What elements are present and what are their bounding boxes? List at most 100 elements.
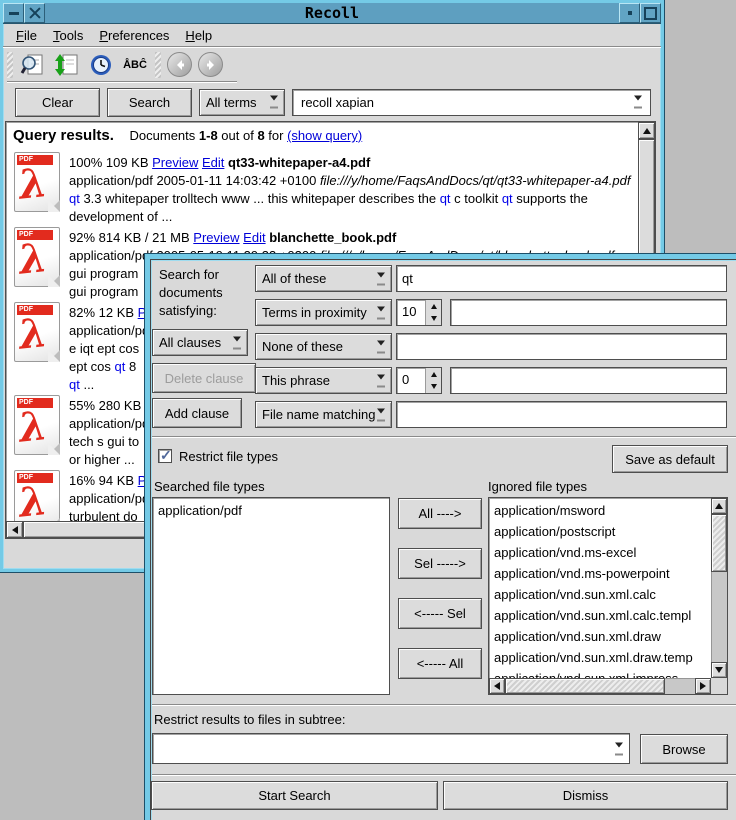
close-button[interactable] [24,3,45,23]
clause-value-input[interactable] [450,299,727,326]
hscroll-thumb[interactable] [505,678,665,694]
text-segment: 92% 814 KB / 21 MB [69,230,193,245]
file-type-item[interactable]: application/vnd.sun.xml.calc [494,584,709,605]
add-clause-button[interactable]: Add clause [152,398,242,428]
spin-up-icon[interactable] [426,300,441,313]
file-type-item[interactable]: application/vnd.ms-powerpoint [494,563,709,584]
text-segment: out of [218,128,258,143]
move-all-left-button[interactable]: <----- All [398,648,482,679]
move-all-right-button[interactable]: All ----> [398,498,482,529]
result-link[interactable]: Edit [202,155,224,170]
window-menu-button[interactable] [3,3,24,23]
file-type-item[interactable]: application/msword [494,500,709,521]
vscroll-thumb[interactable] [711,514,727,572]
clause-conjunct-combo[interactable]: All clauses [152,329,248,356]
search-entry-combo[interactable] [292,89,651,116]
result-link[interactable]: (show query) [287,128,362,143]
search-mode-label: All terms [206,95,257,110]
search-mode-combo[interactable]: All terms [199,89,285,116]
desktop: Recoll File Tools Preferences Help [0,0,736,820]
scroll-left-icon[interactable] [489,678,505,694]
file-type-item[interactable]: application/vnd.sun.xml.draw.temp [494,647,709,668]
move-selected-left-button[interactable]: <----- Sel [398,598,482,629]
scroll-down-icon[interactable] [711,662,727,678]
scroll-up-icon[interactable] [711,498,727,514]
chevron-triangle [377,306,385,315]
scroll-up-icon[interactable] [638,122,655,139]
toolbar-handle-2[interactable] [155,52,161,78]
clause-value-input[interactable] [450,367,727,394]
dismiss-button[interactable]: Dismiss [443,781,728,810]
shade-button[interactable] [619,3,640,23]
menu-preferences[interactable]: Preferences [92,26,176,45]
spin-down-icon[interactable] [426,381,441,394]
start-search-button[interactable]: Start Search [151,781,438,810]
restrict-file-types-checkbox[interactable]: ✓ [158,449,172,463]
ignored-hscrollbar[interactable] [489,678,711,694]
file-type-item[interactable]: application/vnd.sun.xml.draw [494,626,709,647]
text-segment: qt [69,191,80,206]
check-icon: ✓ [160,447,172,464]
file-type-item[interactable]: application/vnd.sun.xml.calc.templ [494,605,709,626]
result-link[interactable]: Edit [243,230,265,245]
result-link[interactable]: Preview [193,230,239,245]
clause-value-input[interactable] [396,333,727,360]
clause-value-input[interactable] [396,265,727,292]
proximity-spinner[interactable]: 0 [396,367,442,394]
clause-type-combo[interactable]: All of these [255,265,392,292]
toolbar-handle[interactable] [7,52,13,78]
maximize-button[interactable] [640,3,661,23]
ignored-vscrollbar[interactable] [711,498,727,678]
move-selected-right-button[interactable]: Sel -----> [398,548,482,579]
text-segment: e iqt ept cos [69,341,139,356]
advanced-search-icon[interactable] [19,51,47,78]
text-segment: ... [80,377,94,392]
save-as-default-button[interactable]: Save as default [612,445,728,473]
scroll-left-icon[interactable] [6,521,23,538]
spin-up-icon[interactable] [426,368,441,381]
chevron-down-icon [374,374,388,387]
clause-value-input[interactable] [396,401,727,428]
subtree-input[interactable] [157,738,605,755]
proximity-spinner[interactable]: 10 [396,299,442,326]
window-title: Recoll [45,3,619,23]
spin-down-icon[interactable] [426,313,441,326]
searched-types-list[interactable]: application/pdf [152,497,390,695]
pdf-fold-corner [48,443,60,455]
search-button[interactable]: Search [107,88,192,117]
menu-help[interactable]: Help [178,26,219,45]
subtree-combo[interactable] [152,733,630,764]
result-line: 92% 814 KB / 21 MB Preview Edit blanchet… [69,229,614,247]
shade-icon [628,11,632,15]
scroll-right-icon[interactable] [695,678,711,694]
clause-type-combo[interactable]: File name matching [255,401,392,428]
clause-type-combo[interactable]: None of these [255,333,392,360]
clause-type-combo[interactable]: This phrase [255,367,392,394]
results-title: Query results. [13,127,114,144]
divider [152,704,736,706]
ignored-types-list[interactable]: application/mswordapplication/postscript… [488,497,728,695]
clear-button[interactable]: Clear [15,88,100,117]
back-icon[interactable] [167,52,192,77]
clause-type-label: File name matching [262,407,375,422]
file-type-item[interactable]: application/pdf [158,500,389,521]
titlebar[interactable]: Recoll [3,3,661,24]
satisfy-label: Search for documents satisfying: [159,266,223,320]
menu-tools[interactable]: Tools [46,26,90,45]
text-segment: application/pdf [69,323,153,338]
document-history-icon[interactable] [87,51,115,78]
file-type-item[interactable]: application/vnd.ms-excel [494,542,709,563]
result-link[interactable]: Preview [152,155,198,170]
browse-button[interactable]: Browse [640,734,728,764]
delete-clause-button[interactable]: Delete clause [152,363,256,393]
text-segment: qt [115,359,126,374]
search-input[interactable] [299,94,650,111]
file-type-item[interactable]: application/postscript [494,521,709,542]
pdf-icon: PDFλ [14,395,60,455]
menu-file[interactable]: File [9,26,44,45]
text-segment: application/pdf [69,416,153,431]
forward-icon[interactable] [198,52,223,77]
clause-type-combo[interactable]: Terms in proximity [255,299,392,326]
sort-parameters-icon[interactable] [53,51,81,78]
term-explorer-icon[interactable]: ÅBĈ [121,51,149,78]
